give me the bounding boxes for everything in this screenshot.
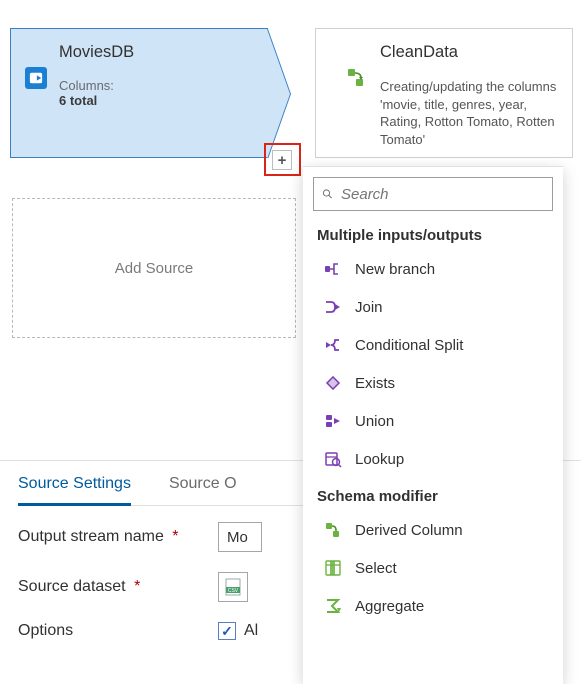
menu-item-label: Select bbox=[355, 560, 397, 577]
output-stream-label: Output stream name bbox=[18, 528, 164, 545]
menu-item-label: New branch bbox=[355, 261, 435, 278]
lookup-icon bbox=[323, 449, 343, 469]
node-output-arrow bbox=[267, 29, 290, 159]
menu-item-label: Conditional Split bbox=[355, 337, 463, 354]
conditional-split-icon bbox=[323, 335, 343, 355]
menu-item-exists[interactable]: Exists bbox=[303, 364, 563, 402]
aggregate-icon bbox=[323, 596, 343, 616]
select-icon bbox=[323, 558, 343, 578]
options-checkbox[interactable]: ✓ bbox=[218, 622, 236, 640]
search-input[interactable] bbox=[339, 185, 544, 204]
source-icon bbox=[25, 67, 47, 89]
search-input-wrapper[interactable] bbox=[313, 177, 553, 211]
output-stream-value: Mo bbox=[227, 529, 248, 546]
node-description: Creating/updating the columns 'movie, ti… bbox=[380, 78, 560, 148]
menu-item-union[interactable]: Union bbox=[303, 402, 563, 440]
flow-canvas: MoviesDB Columns: 6 total CleanData Crea… bbox=[0, 0, 581, 460]
menu-item-label: Exists bbox=[355, 375, 395, 392]
add-transformation-button[interactable]: + bbox=[272, 150, 292, 170]
tab-source-settings[interactable]: Source Settings bbox=[18, 469, 131, 506]
menu-item-derived-column[interactable]: Derived Column bbox=[303, 511, 563, 549]
node-title: CleanData bbox=[380, 43, 560, 62]
section-header-schema: Schema modifier bbox=[303, 478, 563, 511]
required-mark: * bbox=[134, 578, 140, 595]
menu-item-label: Derived Column bbox=[355, 522, 463, 539]
csv-file-icon: CSV bbox=[225, 578, 241, 596]
plus-icon: + bbox=[278, 152, 287, 169]
check-icon: ✓ bbox=[221, 623, 233, 640]
menu-item-label: Aggregate bbox=[355, 598, 424, 615]
menu-item-select[interactable]: Select bbox=[303, 549, 563, 587]
node-moviesdb[interactable]: MoviesDB Columns: 6 total bbox=[10, 28, 268, 158]
exists-icon bbox=[323, 373, 343, 393]
derived-column-icon bbox=[346, 67, 368, 89]
source-dataset-label: Source dataset bbox=[18, 578, 126, 595]
new-branch-icon bbox=[323, 259, 343, 279]
menu-item-label: Join bbox=[355, 299, 383, 316]
node-title: MoviesDB bbox=[59, 43, 134, 62]
derived-column-icon bbox=[323, 520, 343, 540]
add-source-label: Add Source bbox=[115, 260, 193, 277]
join-icon bbox=[323, 297, 343, 317]
node-columns-label: Columns: bbox=[59, 78, 134, 93]
tab-source-options[interactable]: Source O bbox=[169, 469, 237, 505]
options-label: Options bbox=[18, 622, 73, 639]
menu-item-label: Lookup bbox=[355, 451, 404, 468]
menu-item-lookup[interactable]: Lookup bbox=[303, 440, 563, 478]
required-mark: * bbox=[172, 528, 178, 545]
menu-item-conditional-split[interactable]: Conditional Split bbox=[303, 326, 563, 364]
transformation-dropdown: Multiple inputs/outputs New branch Join … bbox=[303, 166, 563, 684]
output-stream-input[interactable]: Mo bbox=[218, 522, 262, 552]
menu-item-label: Union bbox=[355, 413, 394, 430]
menu-item-aggregate[interactable]: Aggregate bbox=[303, 587, 563, 625]
add-source-button[interactable]: Add Source bbox=[12, 198, 296, 338]
union-icon bbox=[323, 411, 343, 431]
menu-item-join[interactable]: Join bbox=[303, 288, 563, 326]
node-cleandata[interactable]: CleanData Creating/updating the columns … bbox=[315, 28, 573, 158]
menu-item-new-branch[interactable]: New branch bbox=[303, 250, 563, 288]
options-checkbox-label: Al bbox=[244, 622, 258, 640]
search-icon bbox=[322, 186, 333, 202]
source-dataset-picker[interactable]: CSV bbox=[218, 572, 248, 602]
svg-text:CSV: CSV bbox=[228, 588, 239, 594]
section-header-multiple: Multiple inputs/outputs bbox=[303, 217, 563, 250]
node-columns-value: 6 total bbox=[59, 93, 97, 108]
